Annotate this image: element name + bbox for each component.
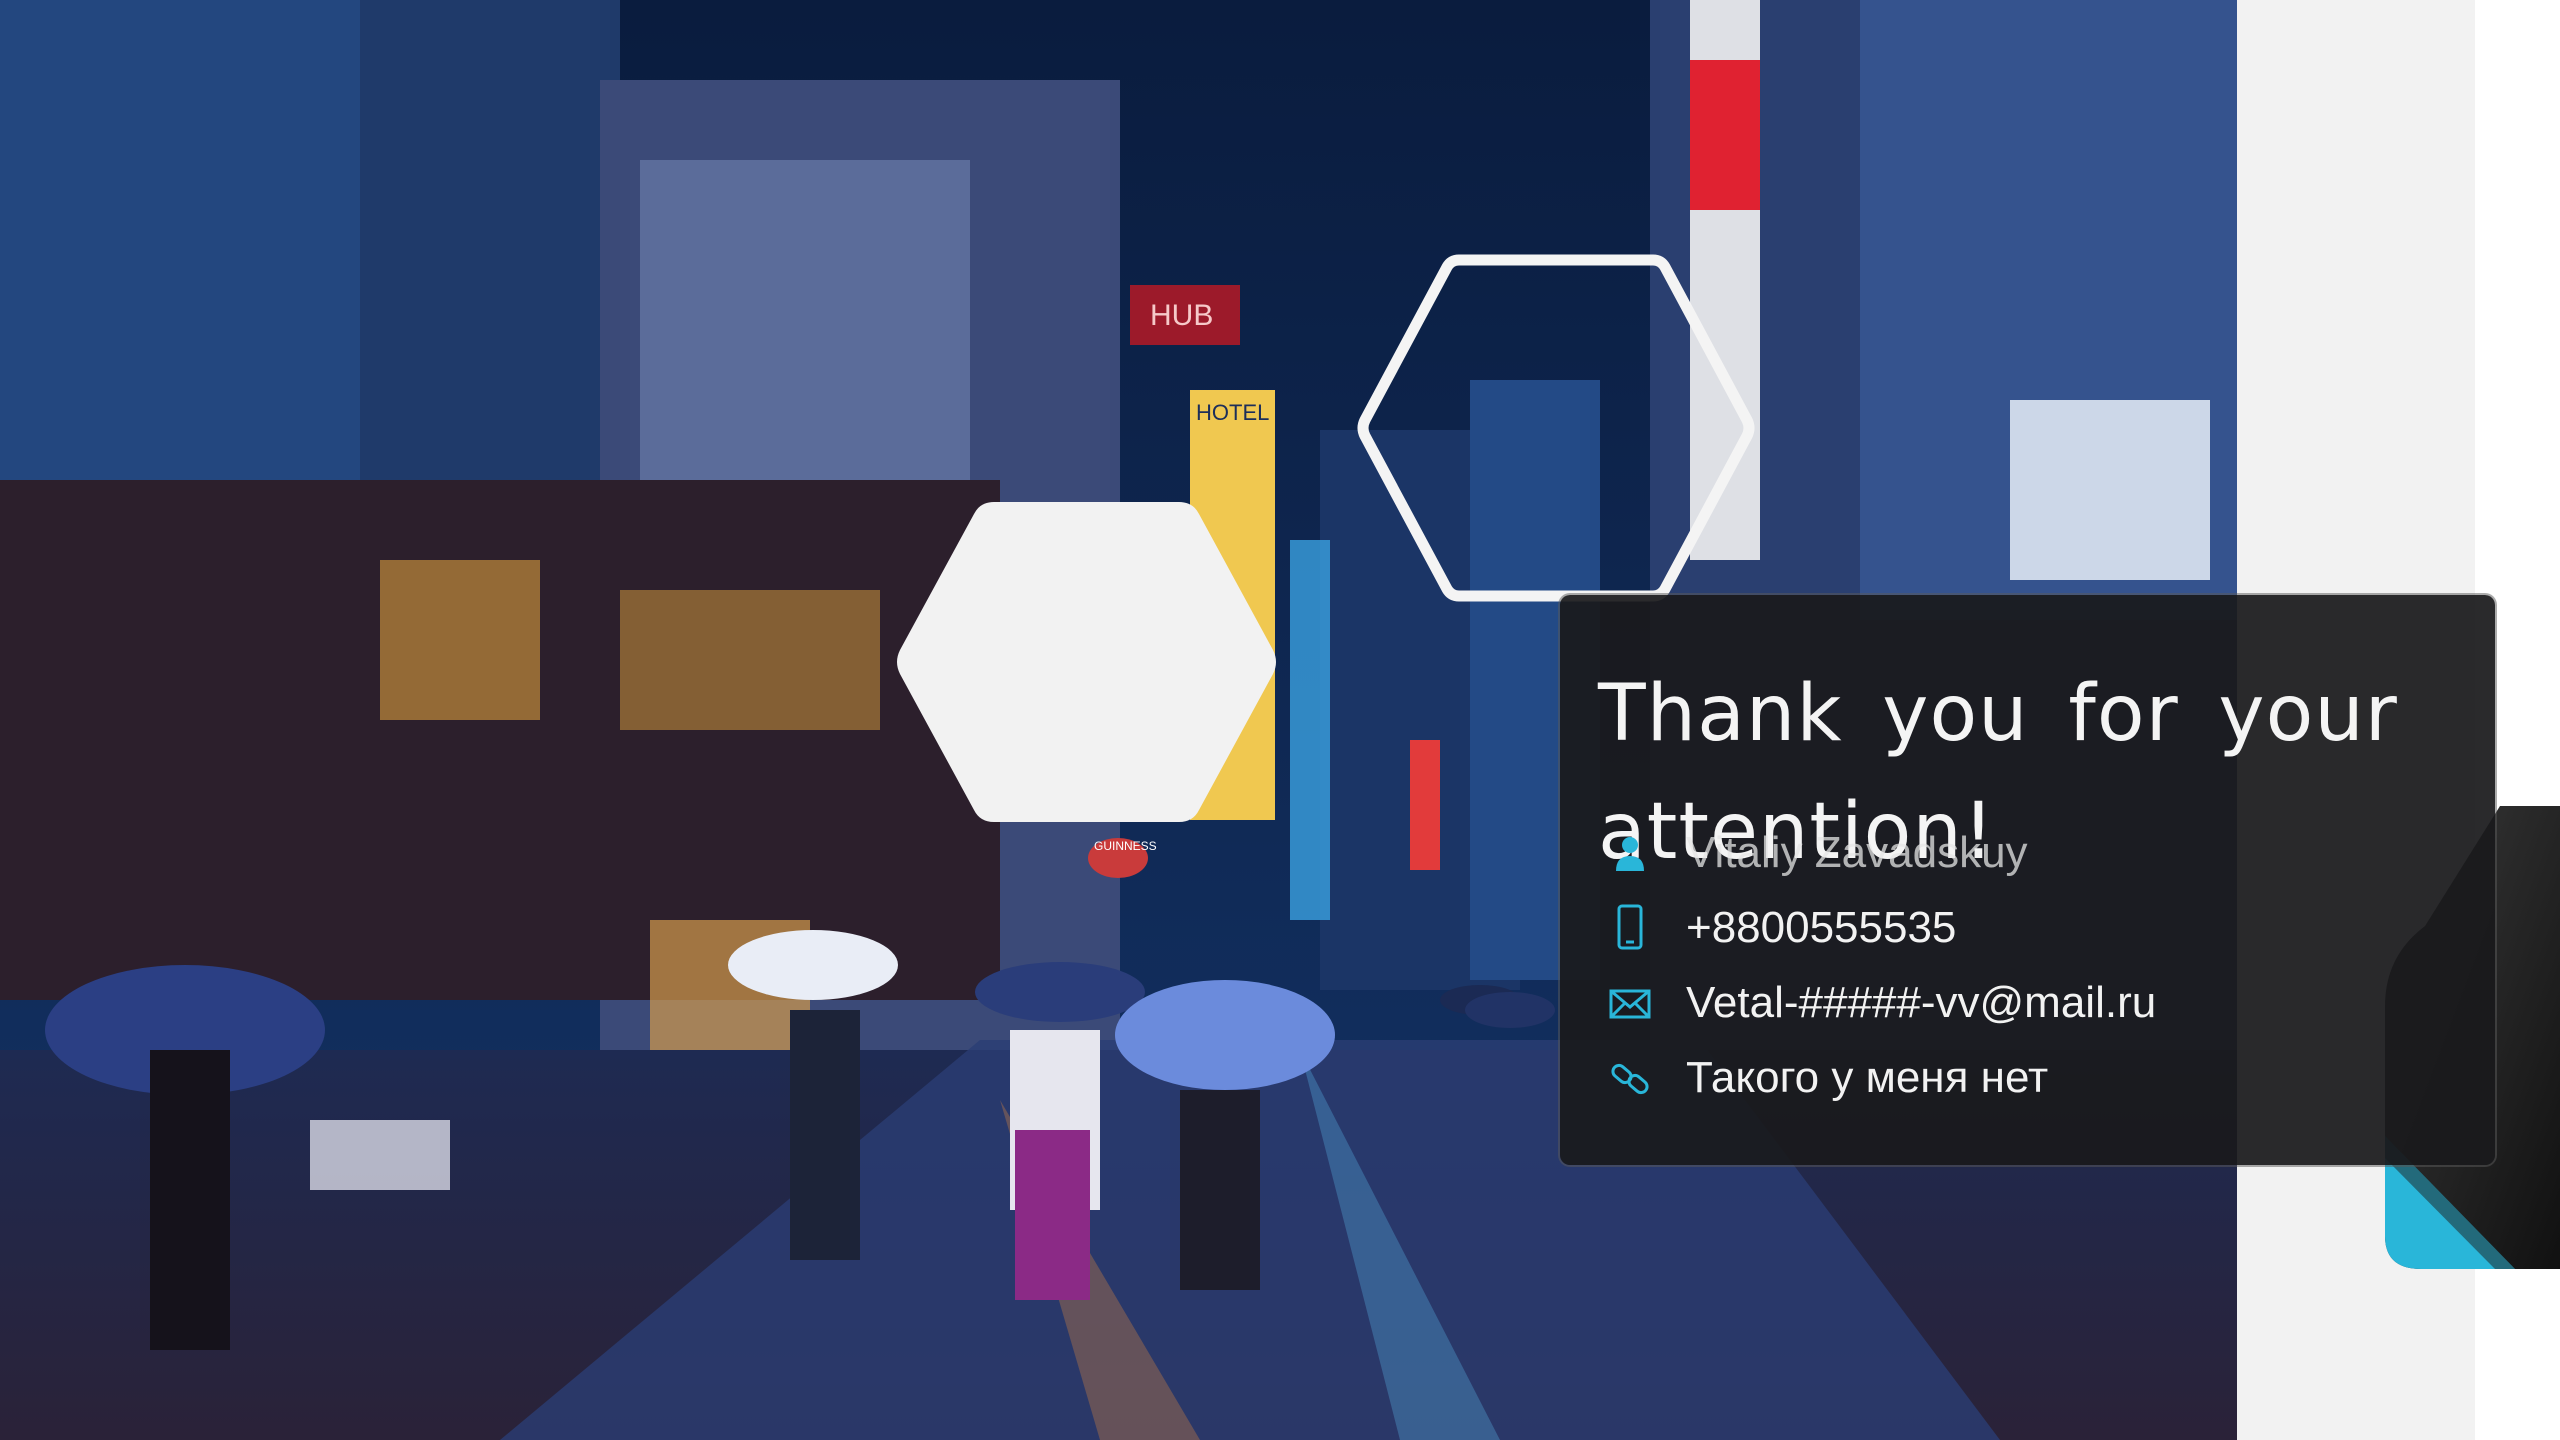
white-hexagon-shape [897,502,1276,822]
contact-website[interactable]: Такого у меня нет [1686,1053,2048,1103]
hexagon-outline-shape [1357,254,1755,602]
contact-phone-row: +8800555535 [1608,890,2468,965]
contact-name-row: Vitaliy Zavadskuy [1608,815,2468,890]
contact-name: Vitaliy Zavadskuy [1686,827,2028,877]
contact-list: Vitaliy Zavadskuy +8800555535 Vetal-####… [1608,815,2468,1115]
guinness-sign: GUINNESS [1094,839,1157,853]
contact-link-row: Такого у меня нет [1608,1040,2468,1115]
mail-icon [1608,978,1664,1028]
contact-email-row: Vetal-#####-vv@mail.ru [1608,965,2468,1040]
person-icon [1608,828,1664,878]
contact-email[interactable]: Vetal-#####-vv@mail.ru [1686,978,2156,1028]
hub-sign: HUB [1150,299,1213,332]
phone-icon [1608,903,1664,953]
contact-card: Thank you for your attention! Vitaliy Za… [1560,595,2495,1165]
contact-phone[interactable]: +8800555535 [1686,903,1956,953]
hotel-sign: HOTEL [1196,400,1269,425]
link-icon [1608,1053,1664,1103]
slide: HUB HOTEL GUINNESS Thank you for your at… [0,0,2560,1440]
